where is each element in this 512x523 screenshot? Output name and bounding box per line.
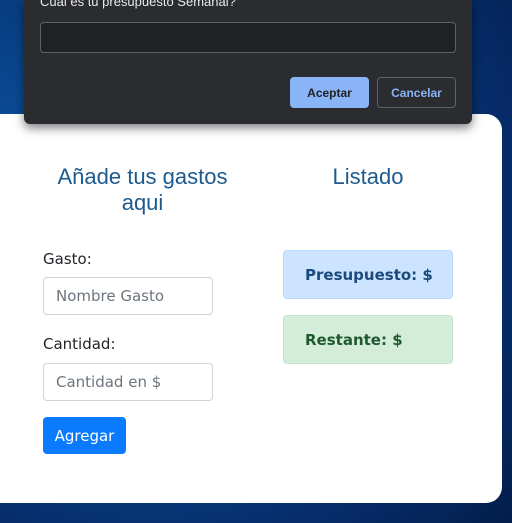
gasto-input[interactable] (43, 277, 213, 315)
agregar-button[interactable]: Agregar (43, 417, 126, 454)
gasto-label: Gasto: (43, 250, 92, 268)
restante-label: Restante: $ (305, 330, 403, 349)
cantidad-label: Cantidad: (43, 335, 116, 353)
restante-alert: Restante: $ (283, 315, 453, 364)
dialog-message: Cuál es tu presupuesto Semanal? (40, 0, 236, 9)
cancelar-button[interactable]: Cancelar (377, 77, 456, 108)
main-card: Añade tus gastos aqui Listado Gasto: Can… (0, 114, 502, 503)
cantidad-input[interactable] (43, 363, 213, 401)
aceptar-button[interactable]: Aceptar (290, 77, 369, 108)
presupuesto-label: Presupuesto: $ (305, 265, 433, 284)
form-title: Añade tus gastos aqui (57, 164, 228, 215)
prompt-dialog: Cuál es tu presupuesto Semanal? Aceptar … (24, 0, 472, 124)
presupuesto-alert: Presupuesto: $ (283, 250, 453, 299)
listado-title: Listado (332, 164, 404, 189)
dialog-input[interactable] (40, 22, 456, 53)
